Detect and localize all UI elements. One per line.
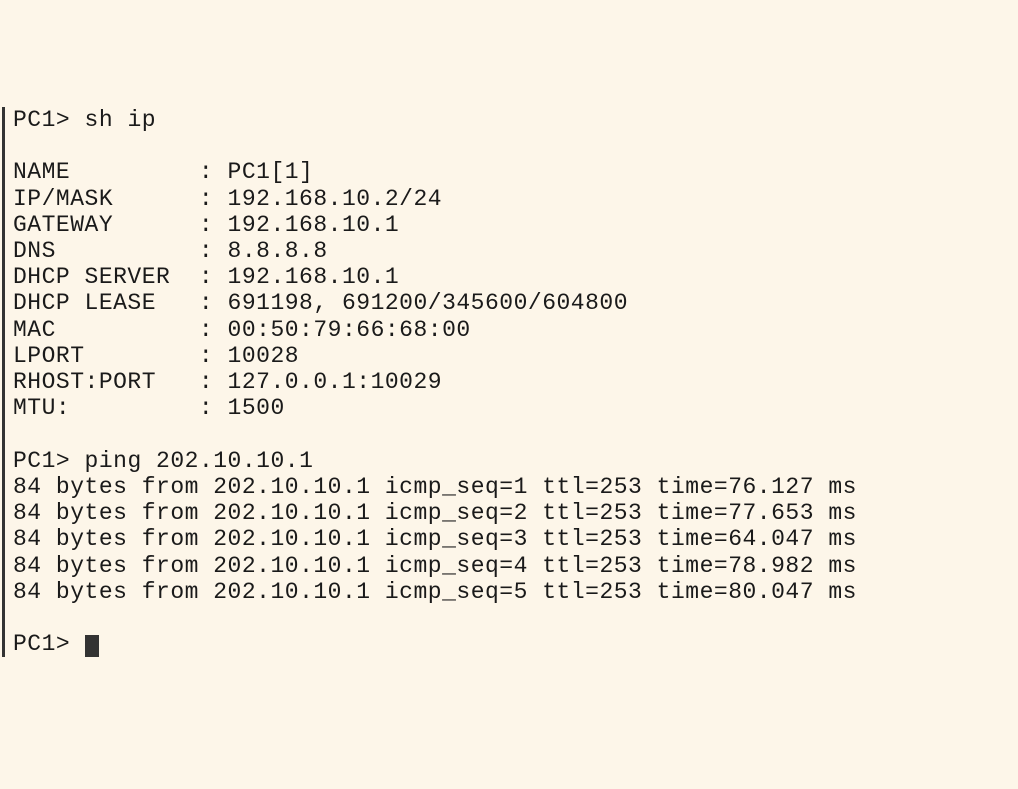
ping-seq-3: 3 (514, 526, 528, 552)
cfg-ipmask-value: 192.168.10.2/24 (228, 186, 443, 212)
ping-ttl: 253 (599, 553, 642, 579)
ping-ttl: 253 (599, 526, 642, 552)
cfg-dns-label: DNS (13, 238, 170, 264)
prompt: PC1> (13, 107, 70, 133)
ping-from: 202.10.10.1 (213, 526, 370, 552)
cfg-lport-label: LPORT (13, 343, 170, 369)
ping-time-5: 80.047 (728, 579, 814, 605)
ping-bytes: 84 (13, 553, 42, 579)
terminal-output: PC1> sh ip NAME : PC1[1] IP/MASK : 192.1… (2, 107, 1018, 658)
cfg-dns-value: 8.8.8.8 (228, 238, 328, 264)
cfg-dhcplease-label: DHCP LEASE (13, 290, 170, 316)
prompt: PC1> (13, 448, 70, 474)
cfg-dhcpserver-value: 192.168.10.1 (228, 264, 400, 290)
cfg-gateway-label: GATEWAY (13, 212, 170, 238)
cfg-dhcpserver-label: DHCP SERVER (13, 264, 170, 290)
cfg-lport-value: 10028 (228, 343, 300, 369)
ping-seq-5: 5 (514, 579, 528, 605)
ping-bytes: 84 (13, 579, 42, 605)
ping-bytes: 84 (13, 474, 42, 500)
cfg-mtu-value: 1500 (228, 395, 285, 421)
command-sh-ip: sh ip (85, 107, 157, 133)
ping-time-1: 76.127 (728, 474, 814, 500)
cfg-mac-label: MAC (13, 317, 170, 343)
cfg-dhcplease-value: 691198, 691200/345600/604800 (228, 290, 628, 316)
cfg-name-value: PC1[1] (228, 159, 314, 185)
ping-from: 202.10.10.1 (213, 474, 370, 500)
ping-seq-4: 4 (514, 553, 528, 579)
ping-from: 202.10.10.1 (213, 579, 370, 605)
ping-bytes: 84 (13, 526, 42, 552)
command-ping: ping 202.10.10.1 (85, 448, 314, 474)
ping-time-2: 77.653 (728, 500, 814, 526)
ping-time-3: 64.047 (728, 526, 814, 552)
ping-ttl: 253 (599, 500, 642, 526)
ping-from: 202.10.10.1 (213, 500, 370, 526)
cfg-ipmask-label: IP/MASK (13, 186, 170, 212)
cursor-icon[interactable] (85, 635, 99, 657)
ping-bytes: 84 (13, 500, 42, 526)
cfg-name-label: NAME (13, 159, 170, 185)
ping-seq-2: 2 (514, 500, 528, 526)
prompt: PC1> (13, 631, 70, 657)
ping-time-4: 78.982 (728, 553, 814, 579)
ping-from: 202.10.10.1 (213, 553, 370, 579)
cfg-mtu-label: MTU: (13, 395, 170, 421)
ping-ttl: 253 (599, 579, 642, 605)
cfg-mac-value: 00:50:79:66:68:00 (228, 317, 471, 343)
cfg-gateway-value: 192.168.10.1 (228, 212, 400, 238)
ping-ttl: 253 (599, 474, 642, 500)
ping-seq-1: 1 (514, 474, 528, 500)
cfg-rhostport-value: 127.0.0.1:10029 (228, 369, 443, 395)
cfg-rhostport-label: RHOST:PORT (13, 369, 170, 395)
